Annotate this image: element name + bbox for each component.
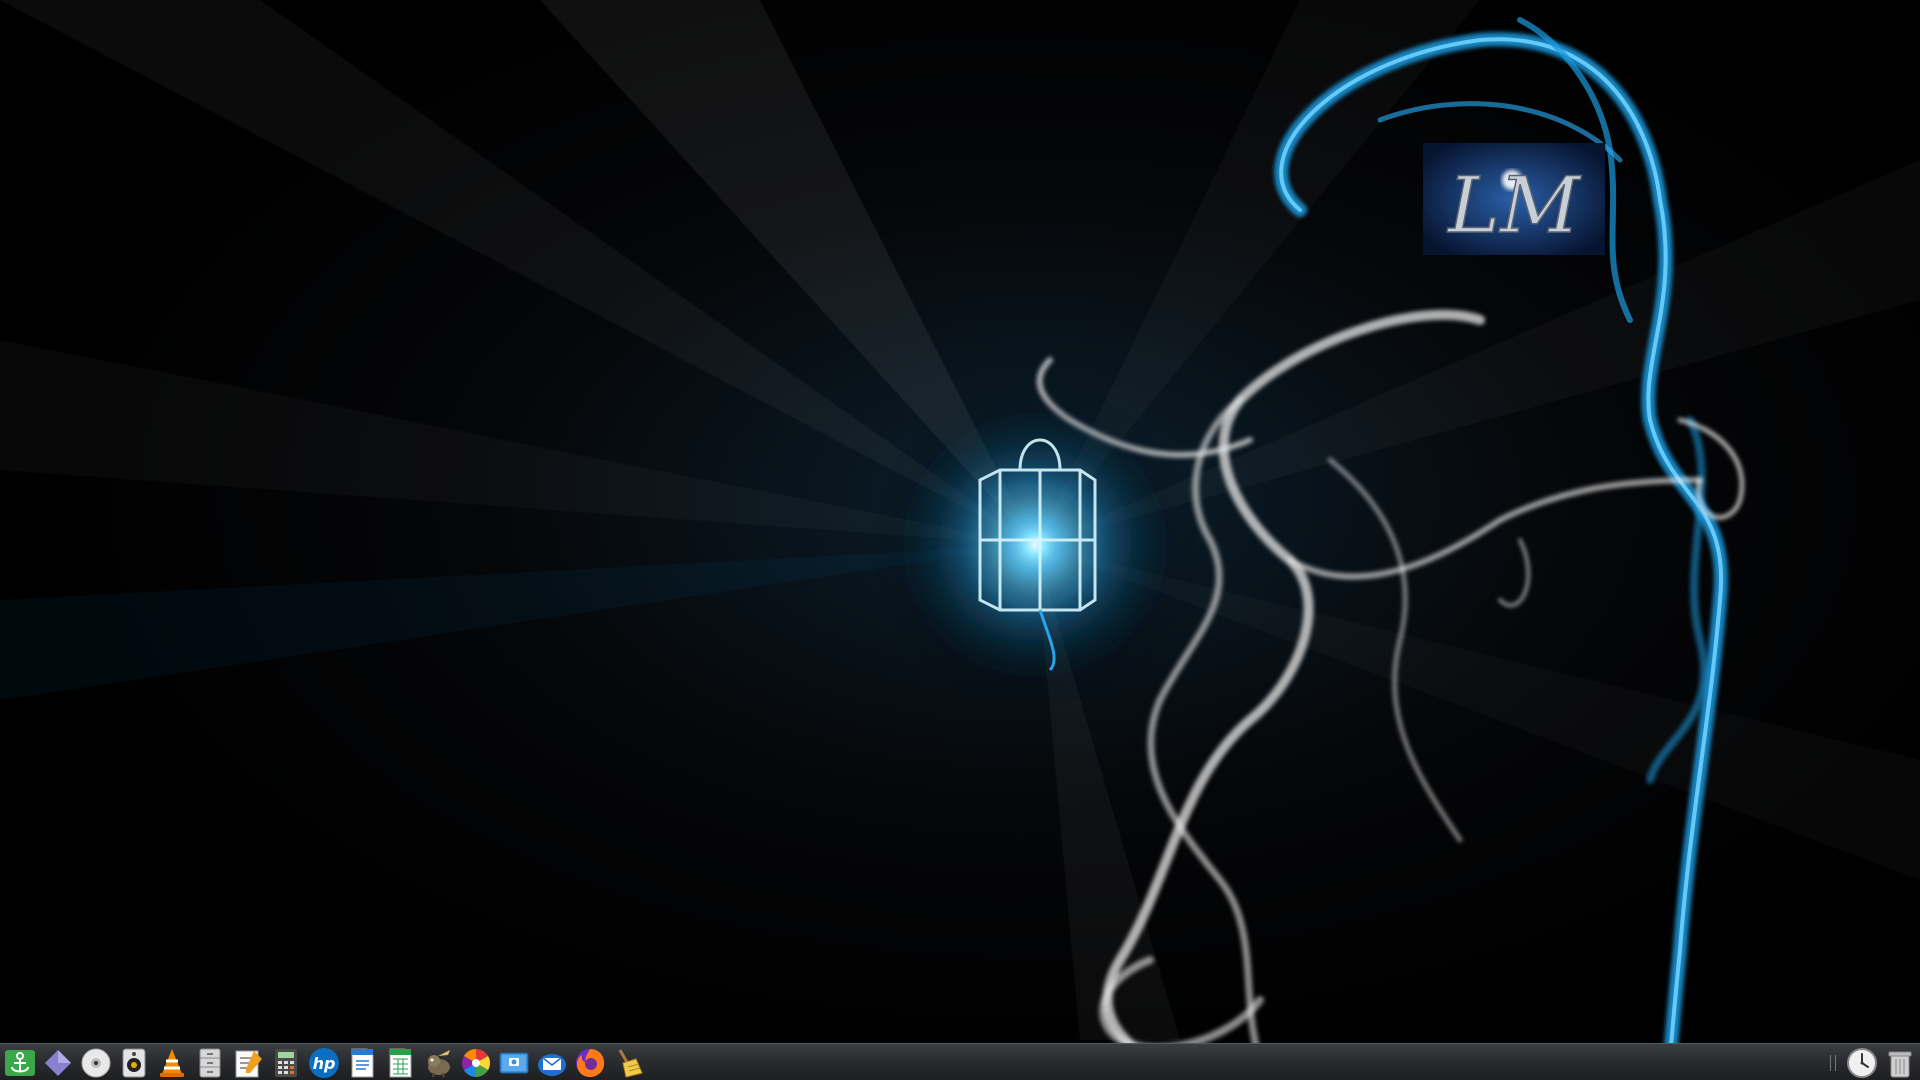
text-editor-icon[interactable]	[232, 1047, 264, 1079]
broom-cleaner-icon[interactable]	[612, 1047, 644, 1079]
system-tray	[1830, 1046, 1916, 1079]
taskbar: hp	[0, 1043, 1920, 1080]
optical-disc-icon[interactable]	[80, 1047, 112, 1079]
gimp-icon[interactable]	[422, 1047, 454, 1079]
analog-clock-icon[interactable]	[1846, 1047, 1878, 1079]
distro-logo-text: LM	[1446, 161, 1582, 251]
color-wheel-icon[interactable]	[460, 1047, 492, 1079]
trash-can-icon[interactable]	[1884, 1047, 1916, 1079]
mail-client-icon[interactable]	[536, 1047, 568, 1079]
distro-logo: LM	[1423, 143, 1605, 255]
file-cabinet-icon[interactable]	[194, 1047, 226, 1079]
spreadsheet-icon[interactable]	[384, 1047, 416, 1079]
vlc-cone-icon[interactable]	[156, 1047, 188, 1079]
calculator-icon[interactable]	[270, 1047, 302, 1079]
wallpaper: LM	[0, 0, 1745, 1067]
tray-drag-handle[interactable]	[1830, 1054, 1836, 1071]
firefox-icon[interactable]	[574, 1047, 606, 1079]
launcher-strip: hp	[4, 1047, 644, 1079]
document-writer-icon[interactable]	[346, 1047, 378, 1079]
purple-diamond-icon[interactable]	[42, 1047, 74, 1079]
screenshot-icon[interactable]	[498, 1047, 530, 1079]
speaker-icon[interactable]	[118, 1047, 150, 1079]
hp-logo-label: hp	[313, 1054, 336, 1073]
hp-logo-icon[interactable]: hp	[308, 1047, 340, 1079]
anchor-app-icon[interactable]	[4, 1047, 36, 1079]
desktop: LM hp	[0, 0, 1920, 1080]
